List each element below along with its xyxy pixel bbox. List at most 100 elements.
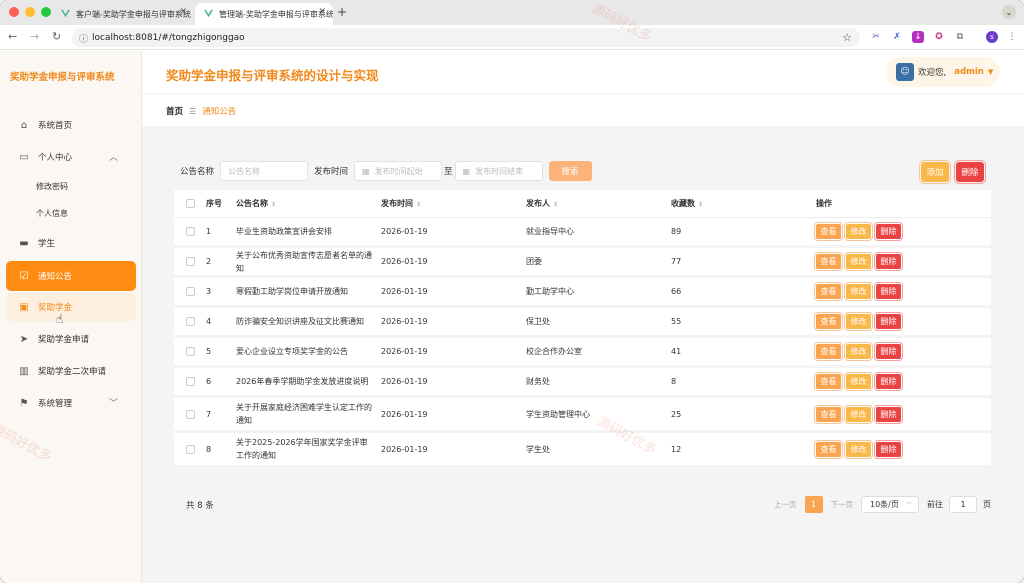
browser-tab-client[interactable]: 客户端-奖助学金申报与评审系统 ✕ bbox=[52, 3, 194, 25]
chat-icon: ▬ bbox=[19, 237, 29, 249]
breadcrumb-bar: 首页 ☰ 通知公告 bbox=[142, 93, 1024, 125]
page-size-select[interactable]: 10条/页 ﹀ bbox=[861, 496, 919, 513]
header-publisher[interactable]: 发布人 ⇕ bbox=[526, 198, 671, 209]
view-button[interactable]: 查看 bbox=[814, 342, 843, 361]
back-arrow-icon[interactable]: ← bbox=[8, 30, 17, 43]
minimize-window-button[interactable] bbox=[25, 7, 35, 17]
view-button[interactable]: 查看 bbox=[814, 282, 843, 301]
batch-delete-button[interactable]: 删除 bbox=[954, 160, 986, 184]
new-tab-button[interactable]: + bbox=[337, 5, 347, 19]
close-tab-icon[interactable]: ✕ bbox=[318, 7, 326, 17]
sort-icon[interactable]: ⇕ bbox=[271, 201, 276, 208]
close-window-button[interactable] bbox=[9, 7, 19, 17]
view-button[interactable]: 查看 bbox=[814, 372, 843, 391]
view-button[interactable]: 查看 bbox=[814, 312, 843, 331]
edit-button[interactable]: 修改 bbox=[844, 342, 873, 361]
sidebar-item-notices[interactable]: ☑ 通知公告 bbox=[6, 261, 136, 291]
tools-extension-icon[interactable]: ✗ bbox=[891, 31, 903, 43]
row-index: 8 bbox=[206, 444, 212, 454]
prev-page-button[interactable]: 上一页 bbox=[774, 499, 797, 510]
profile-avatar[interactable]: s bbox=[986, 31, 998, 43]
sidebar-item-profile-center[interactable]: ▭ 个人中心 ︿ bbox=[0, 141, 142, 173]
delete-button[interactable]: 删除 bbox=[874, 342, 903, 361]
row-checkbox[interactable] bbox=[185, 444, 195, 454]
sidebar-item-change-password[interactable]: 修改密码 bbox=[0, 173, 142, 200]
breadcrumb-home[interactable]: 首页 bbox=[166, 105, 183, 117]
download-extension-icon[interactable]: ↓ bbox=[912, 31, 924, 43]
row-checkbox[interactable] bbox=[185, 377, 195, 386]
scissors-extension-icon[interactable]: ✂ bbox=[870, 31, 882, 43]
row-checkbox[interactable] bbox=[185, 257, 195, 266]
maximize-window-button[interactable] bbox=[41, 7, 51, 17]
row-favorites: 55 bbox=[671, 317, 682, 326]
header-title[interactable]: 公告名称 ⇕ bbox=[236, 197, 381, 211]
sidebar-item-personal-info[interactable]: 个人信息 bbox=[0, 200, 142, 227]
row-checkbox[interactable] bbox=[185, 227, 195, 236]
edit-button[interactable]: 修改 bbox=[844, 282, 873, 301]
sort-icon[interactable]: ⇕ bbox=[698, 201, 703, 208]
view-button[interactable]: 查看 bbox=[814, 252, 843, 271]
sidebar-item-system-management[interactable]: ⚑ 系统管理 ﹀ bbox=[0, 387, 142, 419]
sort-icon[interactable]: ⇕ bbox=[553, 201, 558, 208]
view-button[interactable]: 查看 bbox=[814, 222, 843, 241]
caret-down-icon[interactable]: ▼ bbox=[988, 68, 993, 76]
forward-arrow-icon[interactable]: → bbox=[30, 30, 39, 43]
header-publisher-label: 发布人 bbox=[526, 199, 550, 208]
address-bar[interactable]: ⓘ localhost:8081/#/tongzhigonggao ☆ bbox=[72, 28, 860, 47]
search-button[interactable]: 搜索 bbox=[548, 161, 592, 181]
edit-button[interactable]: 修改 bbox=[844, 222, 873, 241]
edit-button[interactable]: 修改 bbox=[844, 312, 873, 331]
publish-time-end-input[interactable]: ▦ 发布时间结束 bbox=[454, 161, 543, 181]
username[interactable]: admin bbox=[954, 67, 984, 77]
select-all-checkbox[interactable] bbox=[185, 199, 195, 208]
row-checkbox[interactable] bbox=[185, 287, 195, 296]
bug-extension-icon[interactable]: ✪ bbox=[933, 31, 945, 43]
delete-button[interactable]: 删除 bbox=[874, 312, 903, 331]
header-date[interactable]: 发布时间 ⇕ bbox=[381, 198, 526, 209]
site-info-icon[interactable]: ⓘ bbox=[79, 32, 88, 45]
tab-search-chevron-icon[interactable]: ⌄ bbox=[1002, 5, 1016, 19]
bookmark-star-icon[interactable]: ☆ bbox=[842, 31, 852, 44]
select-cell bbox=[174, 377, 206, 386]
sidebar-item-home[interactable]: ⌂ 系统首页 bbox=[0, 109, 142, 141]
row-checkbox[interactable] bbox=[185, 409, 195, 419]
puzzle-extension-icon[interactable]: ⧉ bbox=[954, 31, 966, 43]
close-tab-icon[interactable]: ✕ bbox=[179, 7, 187, 17]
delete-button[interactable]: 删除 bbox=[874, 439, 903, 459]
next-page-button[interactable]: 下一页 bbox=[831, 499, 854, 510]
browser-tab-admin[interactable]: 管理端-奖助学金申报与评审系统 ✕ bbox=[195, 3, 333, 25]
user-menu[interactable]: ☺ 欢迎您, admin ▼ bbox=[886, 57, 1000, 87]
more-menu-icon[interactable]: ⋮ bbox=[1006, 31, 1018, 43]
notice-name-input[interactable]: 公告名称 bbox=[220, 161, 309, 181]
delete-button[interactable]: 删除 bbox=[874, 372, 903, 391]
header-favorites[interactable]: 收藏数 ⇕ bbox=[671, 198, 816, 209]
edit-button[interactable]: 修改 bbox=[844, 404, 873, 424]
sort-icon[interactable]: ⇕ bbox=[416, 201, 421, 208]
view-button[interactable]: 查看 bbox=[814, 404, 843, 424]
row-checkbox[interactable] bbox=[185, 317, 195, 326]
add-button[interactable]: 添加 bbox=[919, 160, 951, 184]
row-checkbox[interactable] bbox=[185, 347, 195, 356]
delete-button[interactable]: 删除 bbox=[874, 222, 903, 241]
sidebar-item-second-application[interactable]: ▥ 奖助学金二次申请 bbox=[0, 355, 142, 387]
sidebar-item-students[interactable]: ▬ 学生 bbox=[0, 227, 142, 259]
table-row: 8 关于2025-2026学年国家奖学金评审工作的通知 2026-01-19 学生处 1… bbox=[174, 433, 991, 468]
delete-button[interactable]: 删除 bbox=[874, 404, 903, 424]
url-text[interactable]: localhost:8081/#/tongzhigonggao bbox=[92, 33, 245, 43]
edit-button[interactable]: 修改 bbox=[844, 372, 873, 391]
reload-icon[interactable]: ↻ bbox=[52, 30, 61, 43]
select-cell bbox=[174, 257, 206, 266]
edit-button[interactable]: 修改 bbox=[844, 439, 873, 459]
delete-button[interactable]: 删除 bbox=[874, 252, 903, 271]
row-index: 1 bbox=[206, 227, 212, 236]
delete-button[interactable]: 删除 bbox=[874, 282, 903, 301]
row-publisher: 学生处 bbox=[526, 444, 550, 454]
sidebar-item-scholarships[interactable]: ▣ 奖助学金 bbox=[6, 293, 136, 321]
view-button[interactable]: 查看 bbox=[814, 439, 843, 459]
edit-button[interactable]: 修改 bbox=[844, 252, 873, 271]
publish-time-start-input[interactable]: ▦ 发布时间起始 bbox=[354, 161, 443, 181]
sidebar-item-scholarship-application[interactable]: ➤ 奖助学金申请 bbox=[0, 323, 142, 355]
page-number-button[interactable]: 1 bbox=[804, 496, 823, 513]
goto-page-input[interactable]: 1 bbox=[949, 496, 977, 513]
row-index: 4 bbox=[206, 317, 212, 326]
